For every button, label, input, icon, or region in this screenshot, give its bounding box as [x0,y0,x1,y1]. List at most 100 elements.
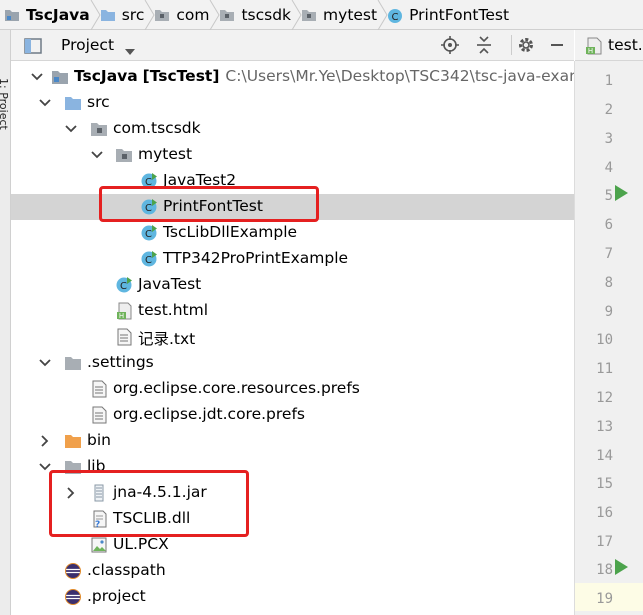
tree-label: .project [87,587,146,605]
svg-text:C: C [392,12,399,23]
breadcrumb-label: com [176,5,210,24]
project-panel-header: Project [11,30,574,61]
project-name: TscJava [74,67,138,85]
chevron-down-icon[interactable] [90,148,104,162]
source-folder-icon [64,94,82,112]
project-view-icon [24,38,42,58]
collapse-all-icon[interactable] [473,35,495,55]
line-number: 12 [596,390,613,406]
tree-label: 记录.txt [138,330,196,348]
tree-label: TscJava [TscTest] C:\Users\Mr.Ye\Desktop\… [74,67,623,85]
tree-row-folder[interactable]: bin [11,428,574,454]
tree-row-src[interactable]: src [11,90,574,116]
line-number: 1 [604,73,613,89]
line-number: 2 [604,102,613,118]
line-number: 7 [604,246,613,262]
editor-gutter: 1 2 3 4 5 6 7 8 9 10 11 12 13 14 15 16 1… [574,61,643,615]
tree-row-root[interactable]: TscJava [TscTest] C:\Users\Mr.Ye\Desktop\… [11,64,623,90]
project-view-selector[interactable]: Project [61,36,114,54]
chevron-right-icon[interactable] [38,434,52,448]
java-class-icon: C [387,8,403,23]
svg-text:H: H [119,312,124,320]
tree-row-package[interactable]: mytest [11,142,574,168]
line-number: 6 [604,217,613,233]
tree-label: src [87,93,110,111]
run-gutter-icon[interactable] [615,185,628,201]
tree-label: .settings [87,353,154,371]
breadcrumb-item-printfonttest[interactable]: C PrintFontTest [383,0,515,30]
tree-row-file[interactable]: 记录.txt [11,324,574,350]
chevron-down-icon[interactable] [38,96,52,110]
tree-label: org.eclipse.jdt.core.prefs [113,405,305,423]
breadcrumb: TscJava src com tscsdk mytest C PrintFon… [0,0,643,30]
tree-label: bin [87,431,111,449]
editor-tab-test-html[interactable]: H test.h [575,30,643,61]
breadcrumb-item-com[interactable]: com [150,0,221,30]
tree-row-package[interactable]: com.tscsdk [11,116,574,142]
editor-tab-label: test.h [608,36,643,54]
chevron-down-icon[interactable] [64,122,78,136]
project-folder-icon [51,68,69,86]
tree-label: mytest [138,145,193,163]
chevron-down-icon[interactable] [30,70,44,84]
breadcrumb-label: mytest [323,5,378,24]
line-number: 11 [596,361,613,377]
highlight-box-printfonttest [99,186,319,222]
package-icon [219,8,235,21]
tree-label: .classpath [87,561,166,579]
svg-text:H: H [588,47,593,55]
java-class-runnable-icon: C [140,224,158,242]
run-gutter-icon[interactable] [615,559,628,575]
breadcrumb-item-tscsdk[interactable]: tscsdk [215,0,302,30]
tree-row-file[interactable]: org.eclipse.core.resources.prefs [11,376,574,402]
tree-row-file[interactable]: .project [11,584,574,610]
html-file-icon: H [115,302,133,320]
image-file-icon [90,536,108,554]
line-number: 18 [596,562,613,578]
tree-row-file[interactable]: org.eclipse.jdt.core.prefs [11,402,574,428]
java-class-runnable-icon: C [140,250,158,268]
text-file-icon [115,328,133,346]
line-number: 17 [596,534,613,550]
package-icon [90,120,108,138]
tree-label: JavaTest [138,275,202,293]
tree-row-folder[interactable]: .settings [11,350,574,376]
project-side-tab[interactable]: 1: Project [0,78,10,130]
breadcrumb-item-tscjava[interactable]: TscJava [0,0,101,30]
svg-text:C: C [145,229,152,240]
svg-text:C: C [145,255,152,266]
left-tool-strip: 1: Project [0,30,11,615]
eclipse-file-icon [64,562,82,580]
tree-label: com.tscsdk [113,119,201,137]
eclipse-file-icon [64,588,82,606]
chevron-down-icon[interactable] [125,42,135,60]
breadcrumb-item-mytest[interactable]: mytest [297,0,388,30]
tree-label: test.html [138,301,208,319]
tree-label: org.eclipse.core.resources.prefs [113,379,360,397]
tree-row-file[interactable]: H test.html [11,298,574,324]
breadcrumb-label: tscsdk [241,5,292,24]
excluded-folder-icon [64,432,82,450]
chevron-down-icon[interactable] [38,356,52,370]
gear-icon[interactable] [511,35,538,55]
tree-label: TTP342ProPrintExample [163,249,349,267]
breadcrumb-label: TscJava [26,5,90,24]
tree-row-file[interactable]: .classpath [11,558,574,584]
line-number: 3 [604,131,613,147]
line-number: 4 [604,160,613,176]
hide-panel-icon[interactable] [547,35,569,55]
breadcrumb-item-src[interactable]: src [96,0,155,30]
locate-file-icon[interactable] [439,35,461,55]
tree-label: UL.PCX [113,535,169,553]
tree-row-class[interactable]: C TscLibDllExample [11,220,574,246]
text-file-icon [90,380,108,398]
project-path: C:\Users\Mr.Ye\Desktop\TSC342\tsc-java-e… [225,67,623,85]
tree-row-class[interactable]: C TTP342ProPrintExample [11,246,574,272]
breadcrumb-label: PrintFontTest [409,5,510,24]
line-number: 14 [596,448,613,464]
package-icon [154,8,170,21]
line-number: 5 [604,188,613,204]
package-icon [301,8,317,21]
text-file-icon [90,406,108,424]
tree-row-class[interactable]: C JavaTest [11,272,574,298]
